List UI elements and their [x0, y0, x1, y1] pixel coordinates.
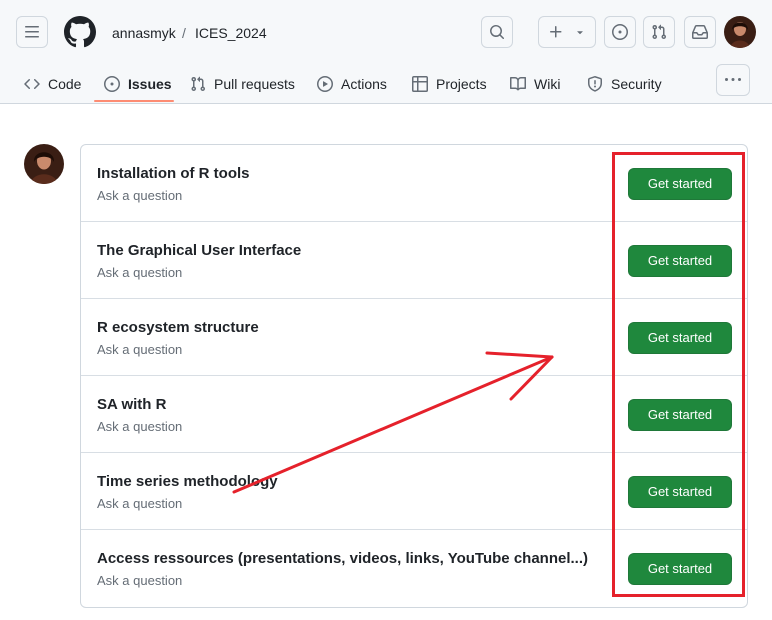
tab-wiki-label: Wiki — [534, 76, 561, 92]
git-pull-request-icon — [652, 24, 667, 40]
plus-icon — [550, 26, 562, 38]
template-description: Ask a question — [97, 496, 183, 511]
pull-requests-button[interactable] — [643, 16, 675, 48]
code-icon — [24, 78, 40, 90]
tab-wiki[interactable]: Wiki — [510, 64, 560, 104]
tab-projects-label: Projects — [436, 76, 487, 92]
breadcrumb-owner[interactable]: annasmyk — [112, 23, 176, 43]
tab-issues-label: Issues — [128, 76, 172, 92]
inbox-button[interactable] — [684, 16, 716, 48]
hamburger-menu-button[interactable] — [16, 16, 48, 48]
create-new-button[interactable] — [538, 16, 596, 48]
more-tabs-button[interactable] — [716, 64, 750, 96]
tab-pull-requests[interactable]: Pull requests — [190, 64, 295, 104]
template-title: R ecosystem structure — [97, 319, 259, 336]
book-icon — [510, 76, 526, 91]
git-pull-request-icon — [191, 76, 206, 92]
github-logo[interactable] — [64, 16, 96, 48]
template-description: Ask a question — [97, 342, 183, 357]
kebab-horizontal-icon — [725, 78, 741, 81]
annotation-highlight-box — [612, 152, 745, 597]
template-title: Access ressources (presentations, videos… — [97, 550, 589, 567]
template-title: Installation of R tools — [97, 165, 250, 182]
template-title: SA with R — [97, 396, 167, 413]
search-icon — [490, 25, 505, 40]
repo-tabs: Code Issues Pull requests Actions Projec… — [0, 64, 772, 104]
repo-header: annasmyk / ICES_2024 Code Issues Pull re… — [0, 0, 772, 104]
tab-projects[interactable]: Projects — [412, 64, 487, 104]
template-description: Ask a question — [97, 419, 183, 434]
template-description: Ask a question — [97, 573, 183, 588]
inbox-icon — [692, 25, 708, 39]
tab-issues[interactable]: Issues — [104, 64, 172, 104]
breadcrumb-separator: / — [182, 25, 186, 41]
issue-opened-icon — [104, 76, 120, 92]
global-nav: annasmyk / ICES_2024 — [0, 0, 772, 64]
tab-code-label: Code — [48, 76, 82, 92]
hamburger-menu-icon — [25, 26, 39, 38]
template-title: The Graphical User Interface — [97, 242, 302, 259]
tab-actions[interactable]: Actions — [317, 64, 387, 104]
template-description: Ask a question — [97, 265, 183, 280]
avatar-photo — [24, 144, 64, 184]
table-icon — [412, 76, 428, 92]
avatar-photo — [724, 16, 756, 48]
active-tab-underline — [94, 100, 174, 102]
play-icon — [317, 76, 333, 92]
triangle-down-icon — [577, 31, 583, 35]
search-button[interactable] — [481, 16, 513, 48]
tab-security-label: Security — [611, 76, 662, 92]
tab-actions-label: Actions — [341, 76, 387, 92]
tab-security[interactable]: Security — [587, 64, 662, 104]
issues-button[interactable] — [604, 16, 636, 48]
author-avatar — [24, 144, 64, 184]
tab-pull-requests-label: Pull requests — [214, 76, 295, 92]
breadcrumb-repo[interactable]: ICES_2024 — [195, 23, 267, 43]
shield-icon — [588, 76, 602, 92]
template-title: Time series methodology — [97, 473, 278, 490]
tab-code[interactable]: Code — [24, 64, 81, 104]
template-description: Ask a question — [97, 188, 183, 203]
user-avatar[interactable] — [724, 16, 756, 48]
issue-opened-icon — [612, 24, 628, 40]
